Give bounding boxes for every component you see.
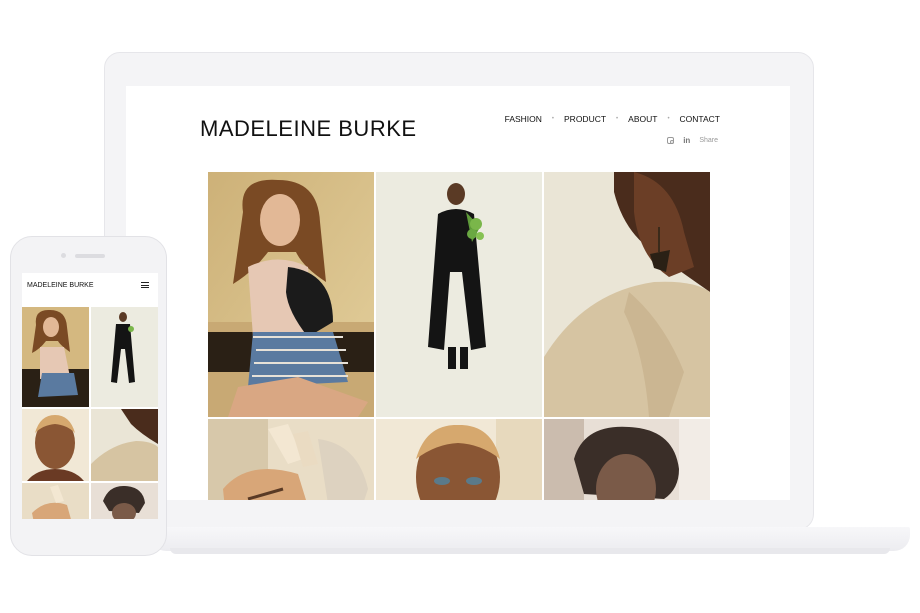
mobile-photo-sepia-portrait[interactable] [91,483,158,519]
mobile-website: MADELEINE BURKE [22,273,158,519]
share-link[interactable]: Share [699,137,718,144]
gallery-photo-earring-profile[interactable] [544,172,710,417]
linkedin-icon[interactable]: in [683,136,690,145]
mobile-photo-black-coat-model[interactable] [91,307,158,407]
mobile-photo-headshot-shaved[interactable] [22,409,89,481]
mobile-photo-gallery [22,307,158,519]
nav-item-product[interactable]: PRODUCT [564,114,606,124]
social-links: in Share [667,136,718,145]
nav-separator: • [616,116,619,122]
photo-gallery [208,172,710,500]
gallery-photo-headshot-shaved[interactable] [376,419,542,500]
nav-separator: • [667,116,670,122]
gallery-photo-black-coat-model[interactable] [376,172,542,417]
main-nav: FASHION • PRODUCT • ABOUT • CONTACT [505,114,720,124]
nav-item-about[interactable]: ABOUT [628,114,657,124]
mobile-photo-earring-profile[interactable] [91,409,158,481]
mobile-photo-hands-portrait[interactable] [22,483,89,519]
phone-speaker [75,254,105,258]
instagram-icon[interactable] [667,137,675,144]
nav-item-fashion[interactable]: FASHION [505,114,542,124]
gallery-photo-sepia-portrait[interactable] [544,419,710,500]
site-title[interactable]: MADELEINE BURKE [200,116,417,142]
nav-separator: • [551,116,555,122]
gallery-photo-seated-model[interactable] [208,172,374,417]
hamburger-menu-icon[interactable] [141,282,149,289]
gallery-photo-hands-portrait[interactable] [208,419,374,500]
phone-camera [61,253,66,258]
mobile-site-title[interactable]: MADELEINE BURKE [27,282,94,289]
laptop-base-shadow [170,548,890,554]
mobile-photo-seated-model[interactable] [22,307,89,407]
desktop-website: MADELEINE BURKE FASHION • PRODUCT • ABOU… [126,86,790,500]
nav-item-contact[interactable]: CONTACT [680,114,720,124]
